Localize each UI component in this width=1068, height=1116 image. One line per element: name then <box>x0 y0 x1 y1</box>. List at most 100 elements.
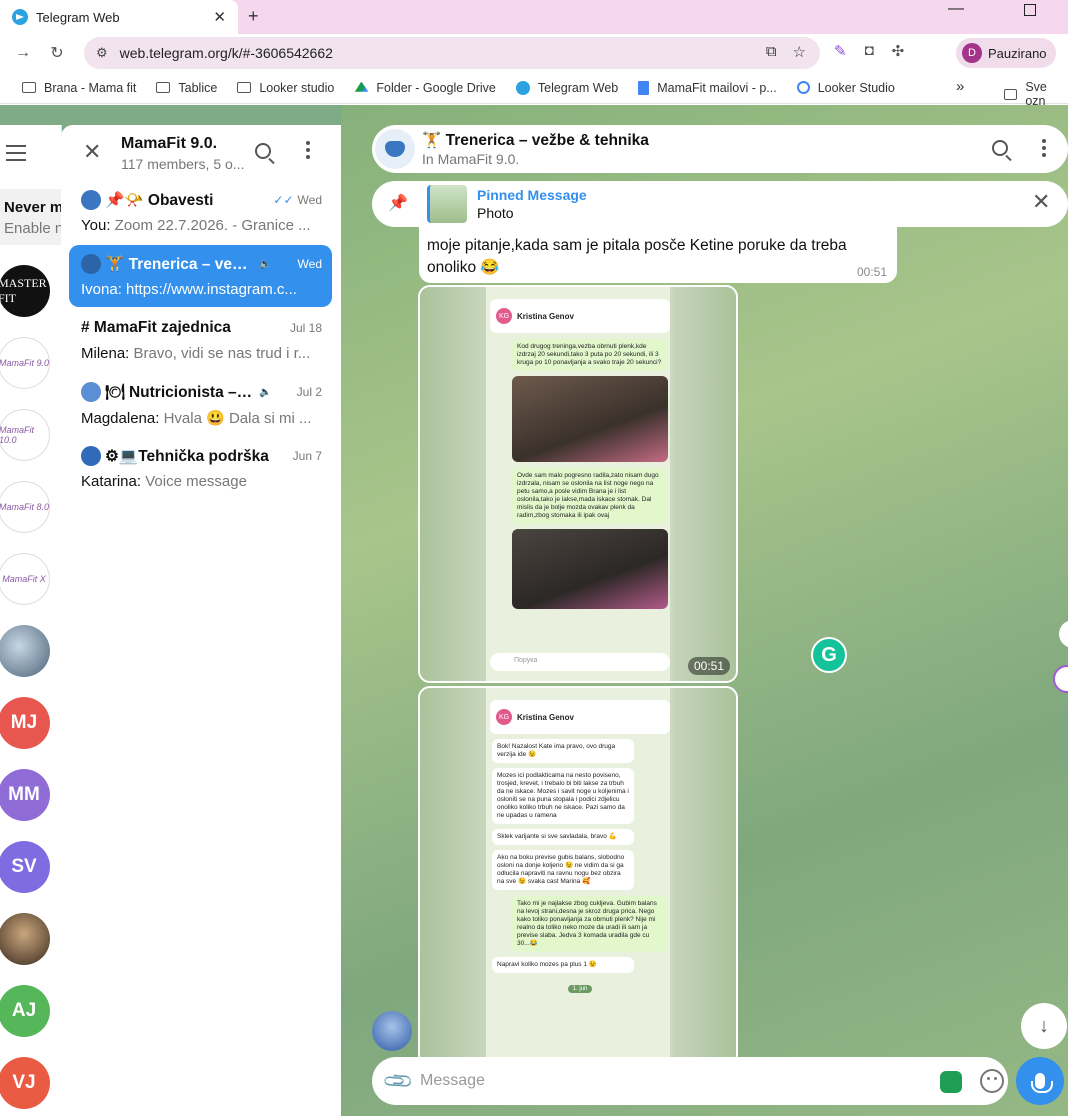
more-vertical-icon[interactable] <box>305 141 311 162</box>
close-icon[interactable]: ✕ <box>83 139 101 165</box>
extensions-icon[interactable]: ✣ <box>892 42 905 60</box>
install-app-icon[interactable]: ⧉ <box>766 43 777 61</box>
video-thumbnail <box>512 529 668 609</box>
bookmarks-bar: Brana - Mama fit Tablice Looker studio F… <box>0 72 1068 108</box>
folder-rail: Never m Enable n MASTER FIT MamaFit 9.0 … <box>0 125 62 1116</box>
chat-avatar[interactable]: MamaFit X <box>0 553 50 605</box>
banner-sub: Enable n <box>4 220 62 237</box>
bookmark-label: Looker studio <box>259 80 335 95</box>
read-check-icon: ✓✓ <box>273 193 294 207</box>
message-composer: 📎 <box>372 1057 1008 1105</box>
message-text: moje pitanje,kada sam je pitala posče Ke… <box>427 237 847 276</box>
topic-name: 🍽 Nutricionista – is... <box>105 383 255 401</box>
scroll-down-icon[interactable]: ↓ <box>1021 1003 1067 1049</box>
search-icon[interactable] <box>255 143 271 159</box>
pinned-thumbnail <box>427 185 467 223</box>
photo-message[interactable]: KG Kristina Genov Bok! Nazalost Kate ima … <box>418 686 738 1066</box>
bookmark-label: Folder - Google Drive <box>376 80 496 95</box>
bookmark-item[interactable]: Sve ozn <box>1004 80 1068 108</box>
close-icon[interactable]: ✕ <box>1032 189 1050 215</box>
sender-avatar[interactable] <box>372 1011 412 1051</box>
chat-avatar[interactable]: MamaFit 10.0 <box>0 409 50 461</box>
bookmark-label: Telegram Web <box>537 80 619 95</box>
more-vertical-icon[interactable] <box>1042 139 1046 160</box>
side-widget[interactable] <box>1053 665 1068 693</box>
tab-title: Telegram Web <box>36 9 120 25</box>
folder-icon <box>1004 88 1018 100</box>
message-input[interactable] <box>420 1069 920 1093</box>
bookmark-item[interactable]: Looker Studio <box>796 80 895 95</box>
close-tab-icon[interactable]: ✕ <box>213 8 226 26</box>
bookmark-item[interactable]: Looker studio <box>237 81 334 95</box>
topic-item-zajednica[interactable]: # MamaFit zajednica Jul 18 Milena: Bravo… <box>69 309 332 371</box>
pinned-subtitle: Photo <box>477 205 514 221</box>
profile-name: Pauzirano <box>988 45 1047 61</box>
topic-preview: Katarina: Voice message <box>81 473 247 490</box>
side-widget[interactable] <box>1059 620 1068 648</box>
chat-avatar[interactable]: SV <box>0 841 50 893</box>
bookmark-item[interactable]: Brana - Mama fit <box>22 81 136 95</box>
pen-extension-icon[interactable]: ✎ <box>834 42 847 60</box>
forward-icon[interactable]: → <box>6 44 40 62</box>
screenshot-bubble: Napravi koliko mozes pa plus 1 😉 <box>492 957 634 973</box>
message-time: 00:51 <box>856 265 887 279</box>
browser-tab[interactable]: Telegram Web ✕ <box>0 0 238 34</box>
chat-avatar[interactable]: MJ <box>0 697 50 749</box>
search-icon[interactable] <box>992 140 1008 156</box>
screenshot-bubble: Tako mi je najlakse zbog cukljeva. Gubim… <box>512 896 668 952</box>
maximize-icon[interactable] <box>1024 4 1036 16</box>
chat-avatar[interactable] <box>0 625 50 677</box>
grammarly-icon[interactable]: G <box>811 637 847 673</box>
new-tab-icon[interactable]: + <box>248 6 259 27</box>
bookmark-item[interactable]: MamaFit mailovi - p... <box>638 80 777 95</box>
bookmark-item[interactable]: Telegram Web <box>515 80 619 95</box>
menu-icon[interactable] <box>6 145 26 166</box>
bookmark-label: Looker Studio <box>817 80 895 95</box>
chat-avatar[interactable]: MamaFit 9.0 <box>0 337 50 389</box>
chat-avatar[interactable]: MamaFit 8.0 <box>0 481 50 533</box>
chat-avatar[interactable] <box>0 913 50 965</box>
topic-name: # MamaFit zajednica <box>81 319 231 336</box>
emoji-icon[interactable] <box>980 1069 1004 1093</box>
topic-item-nutricionista[interactable]: 🍽 Nutricionista – is... 🔈 Jul 2 Magdalen… <box>69 373 332 435</box>
chat-pane: 🏋 Trenerica – vežbe & tehnika In MamaFit… <box>341 105 1068 1116</box>
message-time: 00:51 <box>687 657 730 675</box>
camera-icon[interactable]: ◘ <box>865 42 874 60</box>
microphone-icon <box>1031 1073 1053 1093</box>
bookmark-item[interactable]: Tablice <box>156 81 217 95</box>
chat-avatar[interactable]: VJ <box>0 1057 50 1109</box>
minimize-icon[interactable]: — <box>948 0 964 18</box>
address-bar[interactable]: ⚙ web.telegram.org/k/#-3606542662 ⧉ ☆ <box>84 37 820 69</box>
bookmark-label: MamaFit mailovi - p... <box>657 80 777 95</box>
pin-icon: 📌 <box>388 195 408 212</box>
photo-message[interactable]: KG Kristina Genov Kod drugog treninga,vez… <box>418 285 738 683</box>
site-settings-icon[interactable]: ⚙ <box>96 45 108 61</box>
attach-icon[interactable]: 📎 <box>381 1064 416 1099</box>
bookmark-star-icon[interactable]: ☆ <box>793 43 806 61</box>
bookmark-item[interactable]: Folder - Google Drive <box>354 81 496 95</box>
voice-record-button[interactable] <box>1016 1057 1064 1105</box>
topic-list-header: ✕ MamaFit 9.0. 117 members, 5 o... <box>61 125 341 181</box>
topic-icon <box>81 190 101 210</box>
notification-banner[interactable]: Never m Enable n <box>0 189 62 245</box>
bookmarks-overflow-icon[interactable]: » <box>956 78 964 95</box>
url-text[interactable]: web.telegram.org/k/#-3606542662 <box>120 45 333 61</box>
telegram-app: Never m Enable n MASTER FIT MamaFit 9.0 … <box>0 105 1068 1116</box>
chat-header[interactable]: 🏋 Trenerica – vežbe & tehnika In MamaFit… <box>372 125 1068 173</box>
chat-avatar[interactable]: MM <box>0 769 50 821</box>
screenshot-bubble: Ovde sam malo pogresno radila,zato nisam… <box>512 468 668 524</box>
folder-icon <box>237 82 252 93</box>
screenshot-input: Порука <box>490 653 670 671</box>
banner-title: Never m <box>4 199 62 216</box>
topic-item-obavesti[interactable]: 📌📯 Obavesti ✓✓ Wed You: Zoom 22.7.2026. -… <box>69 181 332 243</box>
pinned-message-bar[interactable]: 📌 Pinned Message Photo ✕ <box>372 181 1068 227</box>
topic-item-trenerica[interactable]: 🏋 Trenerica – vežbe... 🔈 Wed Ivona: http… <box>69 245 332 307</box>
chat-subtitle: In MamaFit 9.0. <box>422 151 520 167</box>
chat-avatar[interactable]: MASTER FIT <box>0 265 50 317</box>
topic-preview: Ivona: https://www.instagram.c... <box>81 281 297 298</box>
bot-icon[interactable] <box>940 1071 962 1093</box>
chat-avatar[interactable]: AJ <box>0 985 50 1037</box>
profile-button[interactable]: D Pauzirano <box>956 38 1056 68</box>
topic-item-tehnicka-podrska[interactable]: ⚙💻Tehnička podrška Jun 7 Katarina: Voice… <box>69 437 332 499</box>
reload-icon[interactable]: ↻ <box>40 43 74 63</box>
